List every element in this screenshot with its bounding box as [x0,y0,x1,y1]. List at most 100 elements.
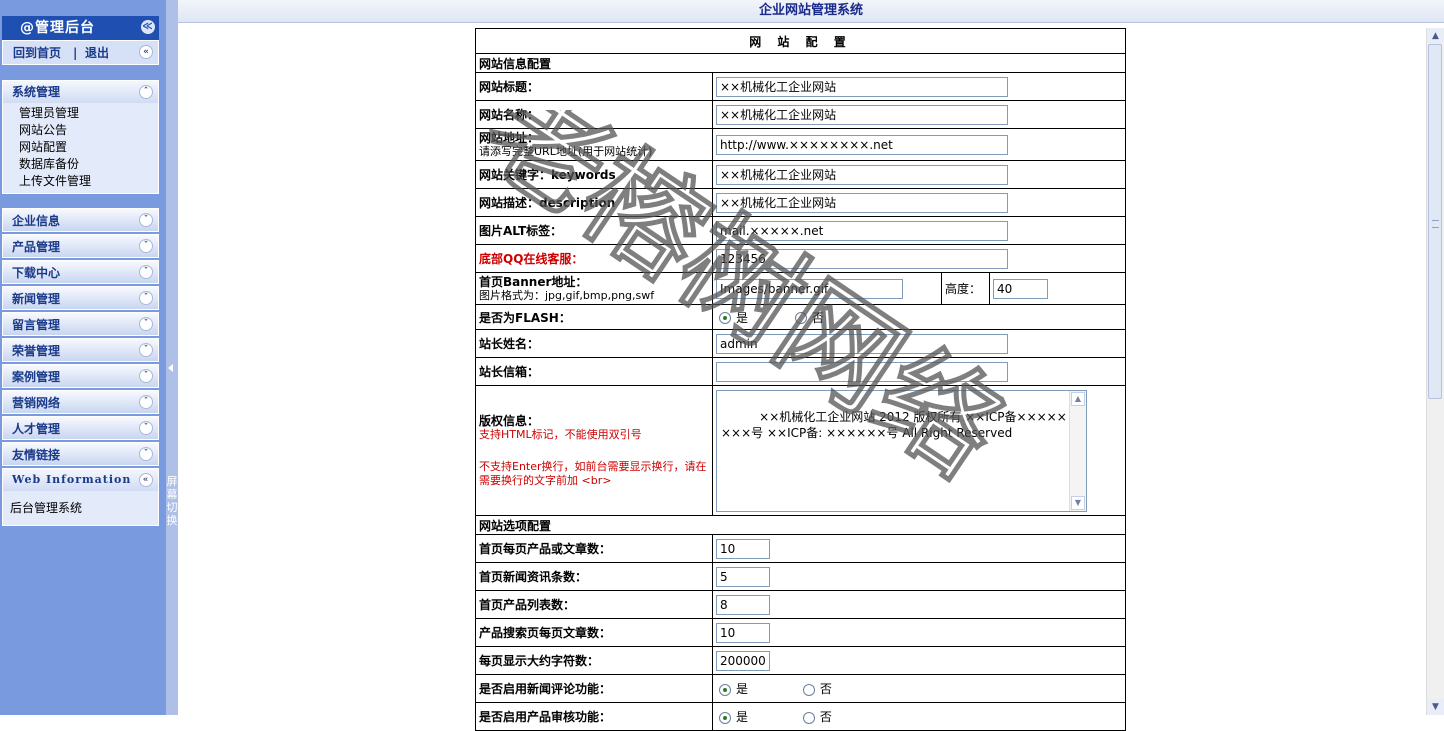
product-audit-yes-radio[interactable] [719,711,731,724]
menu-messages[interactable]: 留言管理 ˇ [2,312,159,336]
logout-link[interactable]: 退出 [85,41,109,65]
site-name-input[interactable]: ××机械化工企业网站 [716,104,1008,125]
menu-label: 荣誉管理 [12,344,61,358]
menu-company[interactable]: 企业信息 ˇ [2,208,159,232]
chevron-down-icon[interactable]: ˇ [139,213,153,227]
menu-products[interactable]: 产品管理 ˇ [2,234,159,258]
news-comment-yes-radio[interactable] [719,683,731,696]
site-title-label: 网站标题： [475,72,713,101]
menu-network[interactable]: 营销网络 ˇ [2,390,159,414]
img-alt-input[interactable]: mail.×××××.net [716,220,1008,241]
flash-yes-radio[interactable] [719,312,731,324]
copyright-hint-enter: 不支持Enter换行，如前台需要显示换行，请在需要换行的文字前加 <br> [479,459,707,487]
chevron-down-icon[interactable]: ˇ [139,265,153,279]
scroll-down-icon[interactable]: ▼ [1071,495,1085,510]
chevron-down-icon[interactable]: ˇ [139,317,153,331]
screen-switch-label[interactable]: 屏幕切换 [166,475,178,527]
web-info-panel: Web Information « 后台管理系统 [2,468,159,526]
description-input[interactable]: ××机械化工企业网站 [716,192,1008,213]
collapse-all-icon[interactable]: ≪ [141,20,155,34]
chevron-down-icon[interactable]: ˇ [139,395,153,409]
menu-label: 营销网络 [12,396,61,410]
collapse-arrow-icon[interactable] [168,364,173,372]
scroll-thumb[interactable] [1428,44,1442,399]
menu-jobs[interactable]: 人才管理 ˇ [2,416,159,440]
chevron-down-icon[interactable]: ˇ [139,447,153,461]
news-comment-yes-label: 是 [736,682,749,696]
chevron-left-icon[interactable]: « [139,45,153,59]
keywords-input[interactable]: ××机械化工企业网站 [716,164,1008,185]
chevron-left-icon[interactable]: « [139,473,153,487]
scroll-down-icon[interactable]: ▼ [1427,699,1444,715]
menu-news[interactable]: 新闻管理 ˇ [2,286,159,310]
sidebar-links: 回到首页 | 退出 « [2,40,159,65]
menu-label: 人才管理 [12,422,61,436]
textarea-scrollbar[interactable]: ▲ ▼ [1069,390,1086,511]
chevron-up-icon[interactable]: ˆ [139,85,153,99]
menu-links[interactable]: 友情链接 ˇ [2,442,159,466]
section-site-info: 网站信息配置 [474,53,1127,73]
home-news-label: 首页新闻资讯条数： [475,562,713,591]
home-product-list-label: 首页产品列表数： [475,590,713,619]
web-info-title: Web Information [12,473,132,486]
product-audit-no-radio[interactable] [802,711,815,724]
menu-label: 下载中心 [12,266,61,280]
chevron-down-icon[interactable]: ˇ [139,239,153,253]
admin-email-label: 站长信箱： [475,357,713,386]
page-scrollbar[interactable]: ▲ ▼ [1426,28,1444,715]
admin-email-input[interactable] [716,361,1008,382]
news-comment-no-radio[interactable] [802,683,815,696]
site-url-hint: 请添写完整URL地址(用于网站统计) [479,144,653,158]
scroll-up-icon[interactable]: ▲ [1427,28,1444,44]
menu-label: 留言管理 [12,318,61,332]
menu-cases[interactable]: 案例管理 ˇ [2,364,159,388]
chevron-down-icon[interactable]: ˇ [139,421,153,435]
banner-hint: 图片格式为：jpg,gif,bmp,png,swf [479,288,655,302]
qq-input[interactable]: 123456 [716,248,1008,269]
sidebar-header: @管理后台 ≪ [2,16,159,40]
flash-no-radio[interactable] [794,312,807,324]
chevron-down-icon[interactable]: ˇ [139,369,153,383]
site-url-input[interactable]: http://www.××××××××.net [716,134,1008,155]
height-input[interactable]: 40 [993,278,1048,299]
sidebar-item-backup[interactable]: 数据库备份 [3,156,158,173]
sidebar-header-title: @管理后台 [20,20,95,36]
flash-no-label: 否 [811,310,824,325]
system-panel-header[interactable]: 系统管理 ˆ [3,81,158,103]
copyright-textarea[interactable]: ××机械化工企业网站 2012 版权所有 ××ICP备××××××××号 ××I… [716,389,1087,512]
max-chars-input[interactable]: 200000 [716,650,770,671]
web-info-header[interactable]: Web Information « [3,469,158,491]
menu-label: 新闻管理 [12,292,61,306]
page-title: 企业网站管理系统 [178,0,1444,23]
sidebar: @管理后台 ≪ 回到首页 | 退出 « 系统管理 ˆ 管理员管理 网站公告 网站… [0,0,166,715]
config-form: 网 站 配 置 网站信息配置 网站标题： ××机械化工企业网站 网站名称： ××… [474,28,1127,731]
scroll-up-icon[interactable]: ▲ [1071,391,1085,406]
menu-honors[interactable]: 荣誉管理 ˇ [2,338,159,362]
menu-downloads[interactable]: 下载中心 ˇ [2,260,159,284]
system-panel: 系统管理 ˆ 管理员管理 网站公告 网站配置 数据库备份 上传文件管理 [2,80,159,194]
main-content: 企业网站管理系统 网 站 配 置 网站信息配置 网站标题： ××机械化工企业网站… [178,0,1444,731]
home-link[interactable]: 回到首页 [13,41,61,65]
sidebar-item-upload[interactable]: 上传文件管理 [3,173,158,190]
home-news-input[interactable]: 5 [716,566,770,587]
sidebar-item-notice[interactable]: 网站公告 [3,122,158,139]
qq-label: 底部QQ在线客服： [475,244,713,273]
flash-yes-label: 是 [736,310,749,325]
admin-name-input[interactable]: admin [716,333,1008,354]
news-comment-label: 是否启用新闻评论功能： [475,674,713,703]
web-info-text: 后台管理系统 [10,501,83,515]
section-site-options: 网站选项配置 [474,515,1127,535]
home-product-list-input[interactable]: 8 [716,594,770,615]
sidebar-item-admin[interactable]: 管理员管理 [3,105,158,122]
chevron-down-icon[interactable]: ˇ [139,343,153,357]
chevron-down-icon[interactable]: ˇ [139,291,153,305]
search-per-page-input[interactable]: 10 [716,622,770,643]
site-title-input[interactable]: ××机械化工企业网站 [716,76,1008,97]
sidebar-item-config[interactable]: 网站配置 [3,139,158,156]
site-name-label: 网站名称： [475,100,713,129]
banner-input[interactable]: Images/banner.gif [716,278,903,299]
flash-label: 是否为FLASH： [475,304,713,330]
scroll-grip-icon [1432,220,1439,228]
height-label: 高度： [941,272,990,305]
home-products-input[interactable]: 10 [716,538,770,559]
